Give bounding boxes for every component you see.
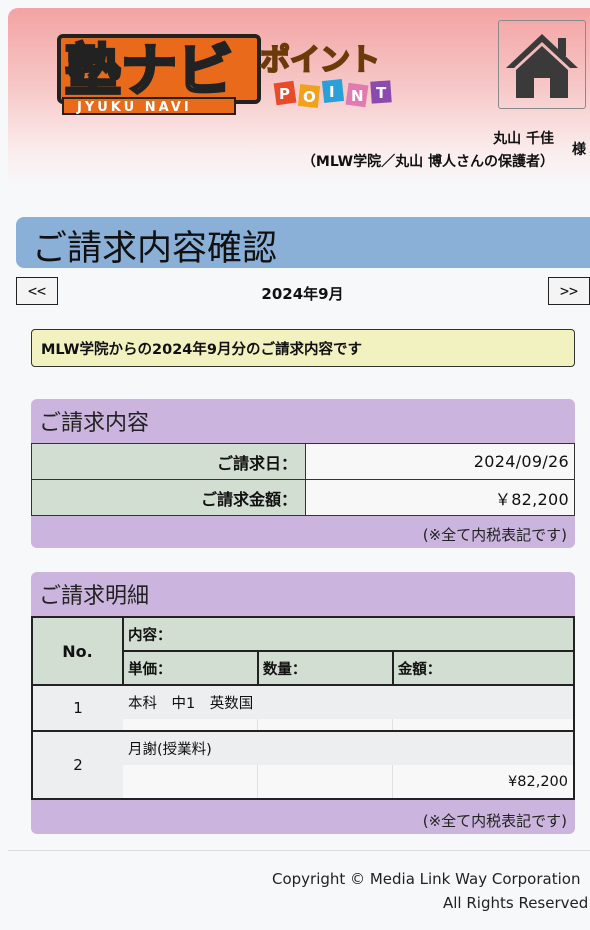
billing-amount-row: ご請求金額： ￥82,200 xyxy=(31,479,575,516)
summary-tax-note: (※全て内税表記です) xyxy=(422,526,567,544)
row-unit-price xyxy=(123,765,259,800)
detail-table: No. 内容： 単価： 数量： 金額： 1 本科 中1 英数国 2 月謝(授業料… xyxy=(31,616,576,800)
detail-header-row: No. 内容： xyxy=(31,616,575,686)
row-no: 2 xyxy=(31,731,123,800)
billing-date-label: ご請求日： xyxy=(31,443,306,480)
detail-title: ご請求明細 xyxy=(39,584,150,609)
row-content: 月謝(授業料) xyxy=(123,731,575,765)
billing-summary-panel: ご請求内容 ご請求日： 2024/09/26 ご請求金額： ￥82,200 (※… xyxy=(31,399,575,548)
point-letters: P O I N T xyxy=(273,79,392,108)
svg-text:ポイント: ポイント xyxy=(260,43,380,78)
billing-notice: MLW学院からの2024年9月分のご請求内容です xyxy=(31,329,575,367)
footer-divider xyxy=(8,850,590,851)
row-unit-price xyxy=(123,719,259,732)
row-quantity xyxy=(257,765,394,800)
home-button[interactable] xyxy=(498,20,586,109)
row-quantity xyxy=(257,719,394,732)
header: 塾ナビ JYUKU NAVI ポイント P O I N T 丸山 千佳 （MLW… xyxy=(8,8,590,186)
detail-tax-note: (※全て内税表記です) xyxy=(422,812,567,830)
home-icon xyxy=(506,33,578,98)
header-unit-price: 単価： xyxy=(122,650,259,686)
page-title-bar: ご請求内容確認 xyxy=(16,217,590,269)
billing-amount-value: ￥82,200 xyxy=(305,479,575,516)
row-amount: ¥82,200 xyxy=(392,765,576,800)
header-content: 内容： xyxy=(122,616,575,652)
svg-text:P: P xyxy=(279,85,290,103)
user-affiliation: （MLW学院／丸山 博人さんの保護者） xyxy=(301,154,554,170)
row-amount xyxy=(392,719,576,732)
user-name: 丸山 千佳 xyxy=(493,131,554,147)
billing-date-row: ご請求日： 2024/09/26 xyxy=(31,443,575,480)
header-amount: 金額： xyxy=(391,650,576,686)
billing-detail-panel: ご請求明細 No. 内容： 単価： 数量： 金額： 1 本科 中1 英数国 2 … xyxy=(31,572,576,834)
header-quantity: 数量： xyxy=(256,650,394,686)
svg-text:N: N xyxy=(351,87,364,105)
footer-rights: All Rights Reserved xyxy=(443,894,589,912)
jyuku-navi-point-logo[interactable]: 塾ナビ JYUKU NAVI ポイント P O I N T xyxy=(55,30,400,120)
table-row: 1 本科 中1 英数国 xyxy=(31,685,575,732)
page-title: ご請求内容確認 xyxy=(32,229,278,269)
svg-text:T: T xyxy=(376,84,387,102)
footer-copyright: Copyright © Media Link Way Corporation xyxy=(272,870,581,888)
row-content: 本科 中1 英数国 xyxy=(123,685,575,719)
next-month-button[interactable]: >> xyxy=(548,277,590,305)
billing-date-value: 2024/09/26 xyxy=(305,443,575,480)
svg-text:I: I xyxy=(329,83,335,101)
summary-title: ご請求内容 xyxy=(39,411,150,436)
row-no: 1 xyxy=(31,685,123,732)
svg-text:JYUKU NAVI: JYUKU NAVI xyxy=(76,100,192,115)
header-no: No. xyxy=(31,616,124,686)
svg-text:O: O xyxy=(303,88,316,106)
table-row: 2 月謝(授業料) xyxy=(31,731,575,800)
summary-table: ご請求日： 2024/09/26 ご請求金額： ￥82,200 xyxy=(31,443,575,516)
svg-text:塾ナビ: 塾ナビ xyxy=(65,39,233,104)
honorific: 様 xyxy=(572,142,586,158)
current-month: 2024年9月 xyxy=(261,285,344,303)
billing-amount-label: ご請求金額： xyxy=(31,479,306,516)
